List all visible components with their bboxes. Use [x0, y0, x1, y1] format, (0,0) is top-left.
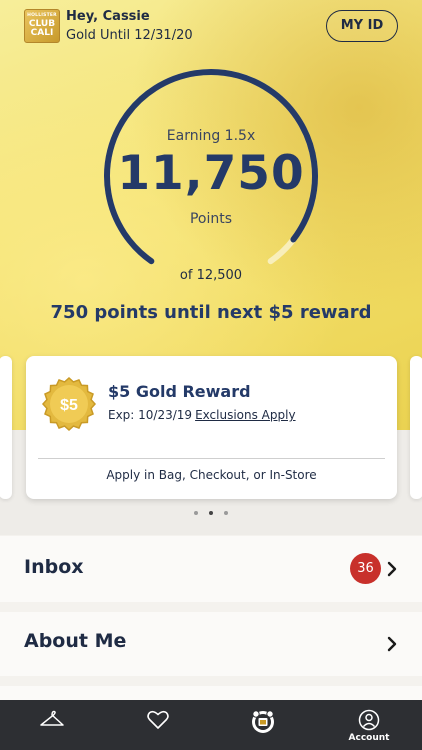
account-icon	[358, 709, 380, 731]
points-goal-label: of 12,500	[179, 268, 243, 283]
heart-icon	[147, 710, 169, 729]
carousel-dot[interactable]	[224, 511, 228, 515]
rewards-bear-icon	[252, 710, 274, 733]
apply-instructions: Apply in Bag, Checkout, or In-Store	[106, 468, 317, 482]
about-me-row[interactable]: About Me	[0, 612, 422, 676]
expiration-date: Exp: 10/23/19	[108, 408, 193, 422]
points-balance: 11,750	[117, 146, 305, 201]
about-me-chevron-right-icon	[387, 636, 397, 652]
carousel-dot[interactable]	[209, 511, 213, 515]
card-divider	[38, 458, 385, 459]
tab-shop[interactable]	[22, 700, 82, 750]
previous-reward-card-peek[interactable]	[0, 356, 12, 499]
tab-account[interactable]: Account	[339, 700, 399, 750]
seal-amount: $5	[60, 397, 78, 414]
reward-expiration: Exp: 10/23/19 Exclusions Apply	[108, 408, 296, 422]
earning-multiplier: Earning 1.5x	[166, 128, 256, 144]
hanger-icon	[40, 710, 64, 726]
reward-title: $5 Gold Reward	[108, 382, 251, 401]
points-unit-label: Points	[189, 211, 233, 227]
tab-account-label: Account	[348, 733, 390, 743]
tab-favorites[interactable]	[128, 700, 188, 750]
inbox-label: Inbox	[24, 556, 84, 578]
next-reward-card-peek[interactable]	[410, 356, 422, 499]
inbox-count-badge: 36	[350, 553, 381, 584]
gold-seal-icon: $5	[41, 376, 97, 432]
reward-card[interactable]: $5 $5 Gold Reward Exp: 10/23/19 Exclusion…	[26, 356, 397, 499]
carousel-dots	[0, 511, 422, 515]
about-me-label: About Me	[24, 630, 127, 652]
next-reward-text: 750 points until next $5 reward	[50, 302, 372, 323]
carousel-dot[interactable]	[194, 511, 198, 515]
next-row-peek	[0, 686, 422, 700]
inbox-chevron-right-icon	[387, 561, 397, 577]
exclusions-link[interactable]: Exclusions Apply	[195, 408, 296, 422]
bottom-tab-bar: Account	[0, 700, 422, 750]
tab-rewards[interactable]	[233, 700, 293, 750]
